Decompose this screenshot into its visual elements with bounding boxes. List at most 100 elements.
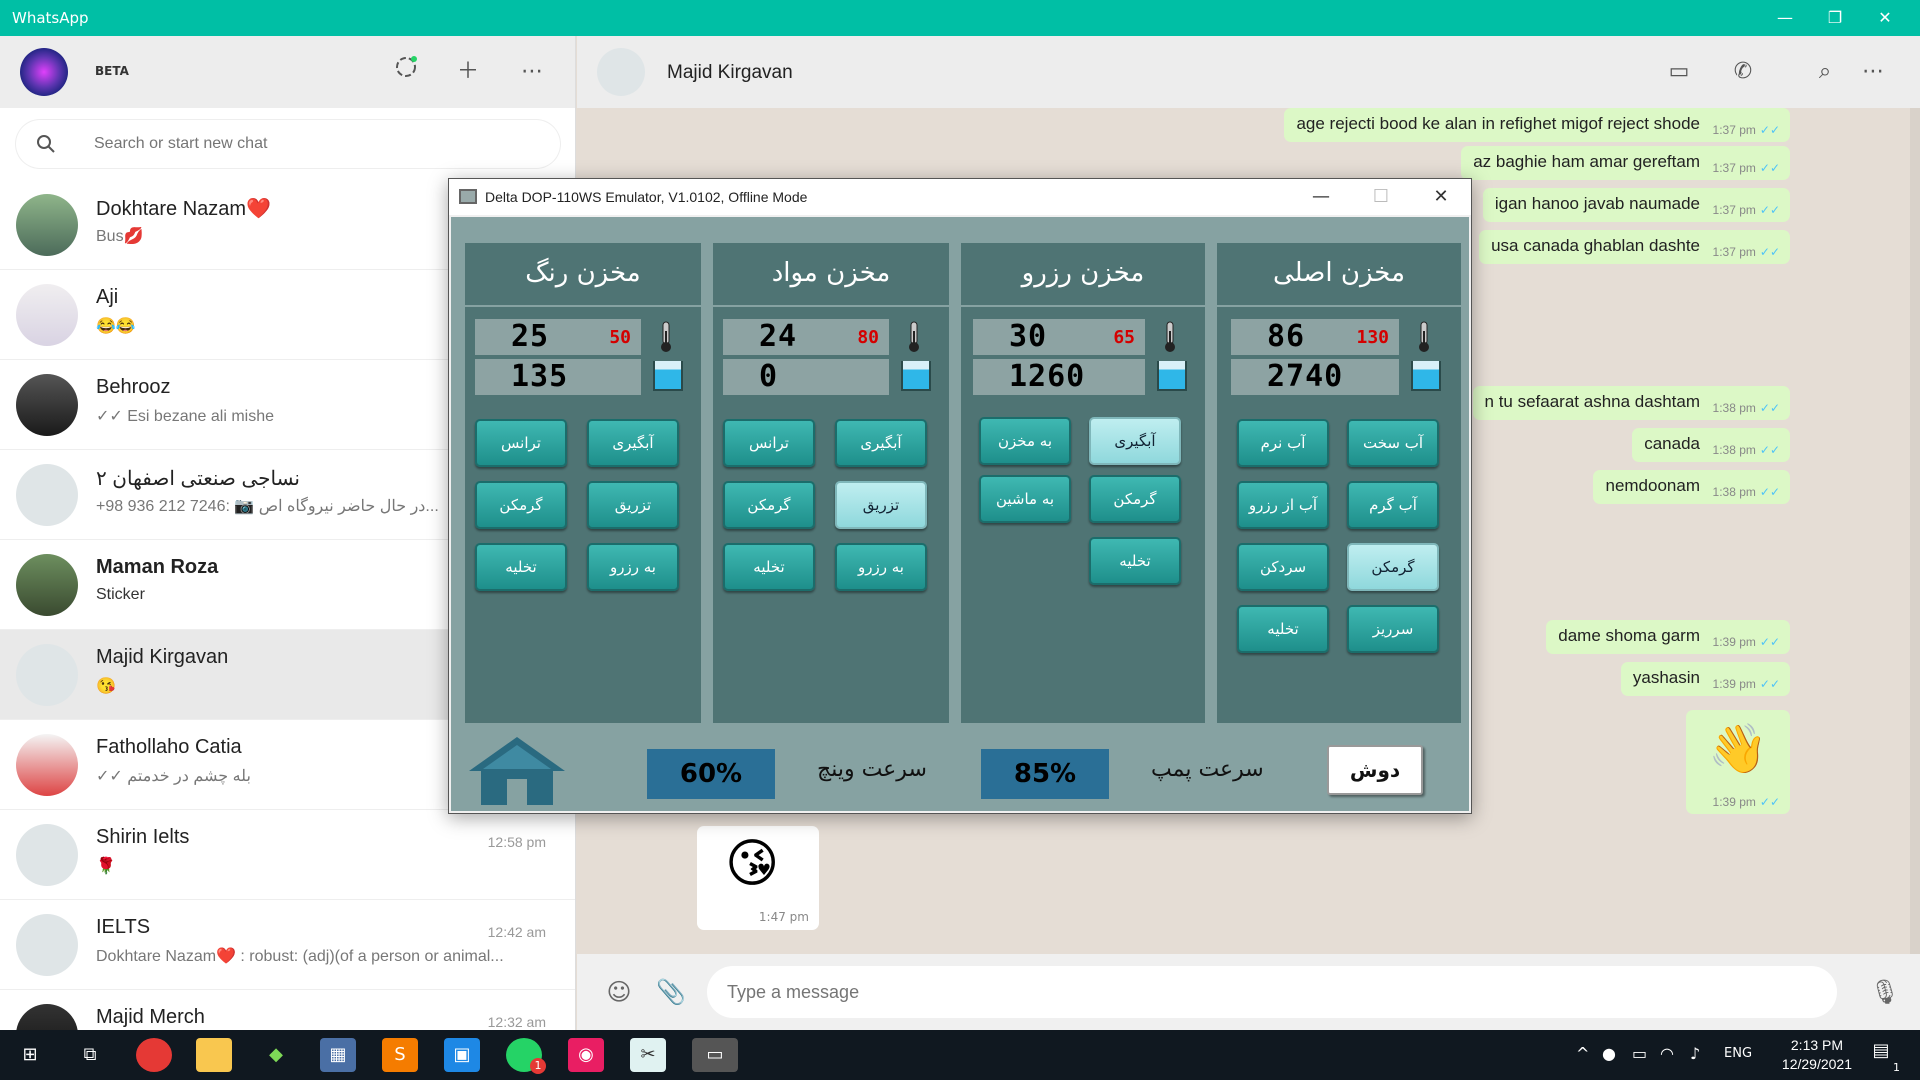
btn-drain[interactable]: تخلیه <box>1237 605 1329 653</box>
btn-trans[interactable]: ترانس <box>723 419 815 467</box>
windows-start-icon[interactable]: ⊞ <box>12 1038 48 1072</box>
btn-overflow[interactable]: سرریز <box>1347 605 1439 653</box>
chrome-icon[interactable] <box>136 1038 172 1072</box>
message-bubble[interactable]: dame shoma garm 1:39 pm ✓✓ <box>1546 620 1790 654</box>
message-bubble[interactable]: yashasin 1:39 pm ✓✓ <box>1620 662 1790 696</box>
profile-avatar[interactable] <box>20 48 68 96</box>
attach-icon[interactable]: 📎 <box>653 974 689 1010</box>
snipping-icon[interactable]: ✂ <box>630 1038 666 1072</box>
hmi-screen: مخزن رنگ 25 50 135 ترانس آبگیری گرمکن تزر… <box>451 217 1469 811</box>
close-button[interactable]: ✕ <box>1860 0 1910 36</box>
btn-water-from-reserve[interactable]: آب از رزرو <box>1237 481 1329 529</box>
chat-name: Majid Merch <box>96 1006 205 1028</box>
shower-button[interactable]: دوش <box>1327 745 1423 795</box>
btn-fill[interactable]: آبگیری <box>587 419 679 467</box>
btn-heater[interactable]: گرمکن <box>475 481 567 529</box>
btn-inject[interactable]: تزریق <box>587 481 679 529</box>
winch-speed-value: 60% <box>647 749 775 799</box>
btn-to-reserve[interactable]: به رزرو <box>835 543 927 591</box>
btn-inject[interactable]: تزریق <box>835 481 927 529</box>
volume-icon[interactable]: ♪ <box>1690 1044 1700 1063</box>
search-bar[interactable] <box>16 120 560 168</box>
scrollbar[interactable] <box>1910 108 1920 954</box>
list-item[interactable]: Majid Merch 12:32 am <box>0 990 575 1030</box>
tray-chevron-icon[interactable]: ^ <box>1576 1044 1589 1063</box>
emu-close-button[interactable]: ✕ <box>1411 179 1471 215</box>
group-avatar-icon <box>16 914 78 976</box>
search-input[interactable] <box>94 130 534 158</box>
btn-cooler[interactable]: سردکن <box>1237 543 1329 591</box>
video-call-icon[interactable]: ▭ <box>1661 54 1697 90</box>
wave-emoji-bubble[interactable]: 👋 1:39 pm ✓✓ <box>1686 710 1790 814</box>
tray-app-icon[interactable]: ● <box>1602 1044 1616 1063</box>
maximize-button[interactable]: ❐ <box>1810 0 1860 36</box>
chat-name: نساجی صنعتی اصفهان ۲ <box>96 468 300 490</box>
btn-to-reserve[interactable]: به رزرو <box>587 543 679 591</box>
btn-drain[interactable]: تخلیه <box>475 543 567 591</box>
battery-icon[interactable]: ▭ <box>1632 1044 1647 1063</box>
new-chat-icon[interactable]: ＋ <box>450 54 486 90</box>
message-bubble[interactable]: canada 1:38 pm ✓✓ <box>1632 428 1790 462</box>
wifi-icon[interactable]: ◠ <box>1660 1044 1674 1063</box>
search-icon[interactable]: ⌕ <box>1807 54 1843 90</box>
language-indicator[interactable]: ENG <box>1724 1046 1752 1061</box>
message-bubble[interactable]: az baghie ham amar gereftam 1:37 pm ✓✓ <box>1461 146 1790 180</box>
btn-to-tank[interactable]: به مخزن <box>979 417 1071 465</box>
message-input[interactable] <box>707 966 1837 1018</box>
minimize-button[interactable]: — <box>1760 0 1810 36</box>
contact-avatar[interactable] <box>597 48 645 96</box>
message-bubble[interactable]: usa canada ghablan dashte 1:37 pm ✓✓ <box>1479 230 1790 264</box>
microphone-icon[interactable]: 🎙 <box>1867 974 1903 1010</box>
emu-maximize-button[interactable]: ☐ <box>1351 179 1411 215</box>
emoji-icon[interactable]: ☺ <box>601 974 637 1010</box>
contact-name[interactable]: Majid Kirgavan <box>667 62 793 84</box>
btn-heater[interactable]: گرمکن <box>1347 543 1439 591</box>
level-display: 0 <box>723 359 889 395</box>
btn-to-machine[interactable]: به ماشین <box>979 475 1071 523</box>
btn-heater[interactable]: گرمکن <box>723 481 815 529</box>
task-view-icon[interactable]: ⧉ <box>72 1038 108 1072</box>
clock[interactable]: 2:13 PM 12/29/2021 <box>1782 1036 1852 1074</box>
emulator-taskbar-icon[interactable]: ▭ <box>692 1038 738 1072</box>
avatar <box>16 1004 78 1030</box>
app2-icon[interactable]: ◉ <box>568 1038 604 1072</box>
emulator-app-icon <box>459 189 477 204</box>
voice-call-icon[interactable]: ✆ <box>1725 54 1761 90</box>
btn-heater[interactable]: گرمکن <box>1089 475 1181 523</box>
message-bubble[interactable]: nemdoonam 1:38 pm ✓✓ <box>1593 470 1790 504</box>
menu-icon[interactable]: ⋯ <box>514 54 550 90</box>
btn-trans[interactable]: ترانس <box>475 419 567 467</box>
btn-drain[interactable]: تخلیه <box>1089 537 1181 585</box>
app-icon[interactable]: ▣ <box>444 1038 480 1072</box>
btn-fill[interactable]: آبگیری <box>835 419 927 467</box>
chat-name: IELTS <box>96 916 151 938</box>
default-avatar-icon <box>16 644 78 706</box>
search-icon <box>37 135 55 153</box>
home-icon[interactable] <box>467 735 567 807</box>
sublime-icon[interactable]: S <box>382 1038 418 1072</box>
file-explorer-icon[interactable] <box>196 1038 232 1072</box>
emu-minimize-button[interactable]: — <box>1291 179 1351 215</box>
incoming-emoji-bubble[interactable]: 😘 1:47 pm <box>697 826 819 930</box>
calculator-icon[interactable]: ▦ <box>320 1038 356 1072</box>
btn-soft-water[interactable]: آب نرم <box>1237 419 1329 467</box>
message-bubble[interactable]: igan hanoo javab naumade 1:37 pm ✓✓ <box>1482 188 1790 222</box>
btn-fill[interactable]: آبگیری <box>1089 417 1181 465</box>
temp-display: 30 65 <box>973 319 1145 355</box>
list-item[interactable]: IELTS Dokhtare Nazam❤️ : robust: (adj)(o… <box>0 900 575 990</box>
btn-drain[interactable]: تخلیه <box>723 543 815 591</box>
status-icon[interactable] <box>388 54 424 90</box>
btn-hot-water[interactable]: آب گرم <box>1347 481 1439 529</box>
list-item[interactable]: Shirin Ielts 🌹 12:58 pm <box>0 810 575 900</box>
avatar <box>16 554 78 616</box>
level-beaker-icon <box>1411 361 1441 391</box>
panel-reserve-tank: مخزن رزرو 30 65 1260 به مخزن آبگیری به ما… <box>961 243 1205 723</box>
notification-center-icon[interactable]: ▤ 1 <box>1866 1040 1900 1074</box>
btn-hard-water[interactable]: آب سخت <box>1347 419 1439 467</box>
menu-icon[interactable]: ⋯ <box>1855 54 1891 90</box>
message-bubble[interactable]: n tu sefaarat ashna dashtam 1:38 pm ✓✓ <box>1472 386 1790 420</box>
whatsapp-icon[interactable]: 1 <box>506 1038 546 1074</box>
mt-app-icon[interactable]: ◆ <box>258 1038 294 1072</box>
level-display: 2740 <box>1231 359 1399 395</box>
message-bubble[interactable]: age rejecti bood ke alan in refighet mig… <box>1284 108 1790 142</box>
